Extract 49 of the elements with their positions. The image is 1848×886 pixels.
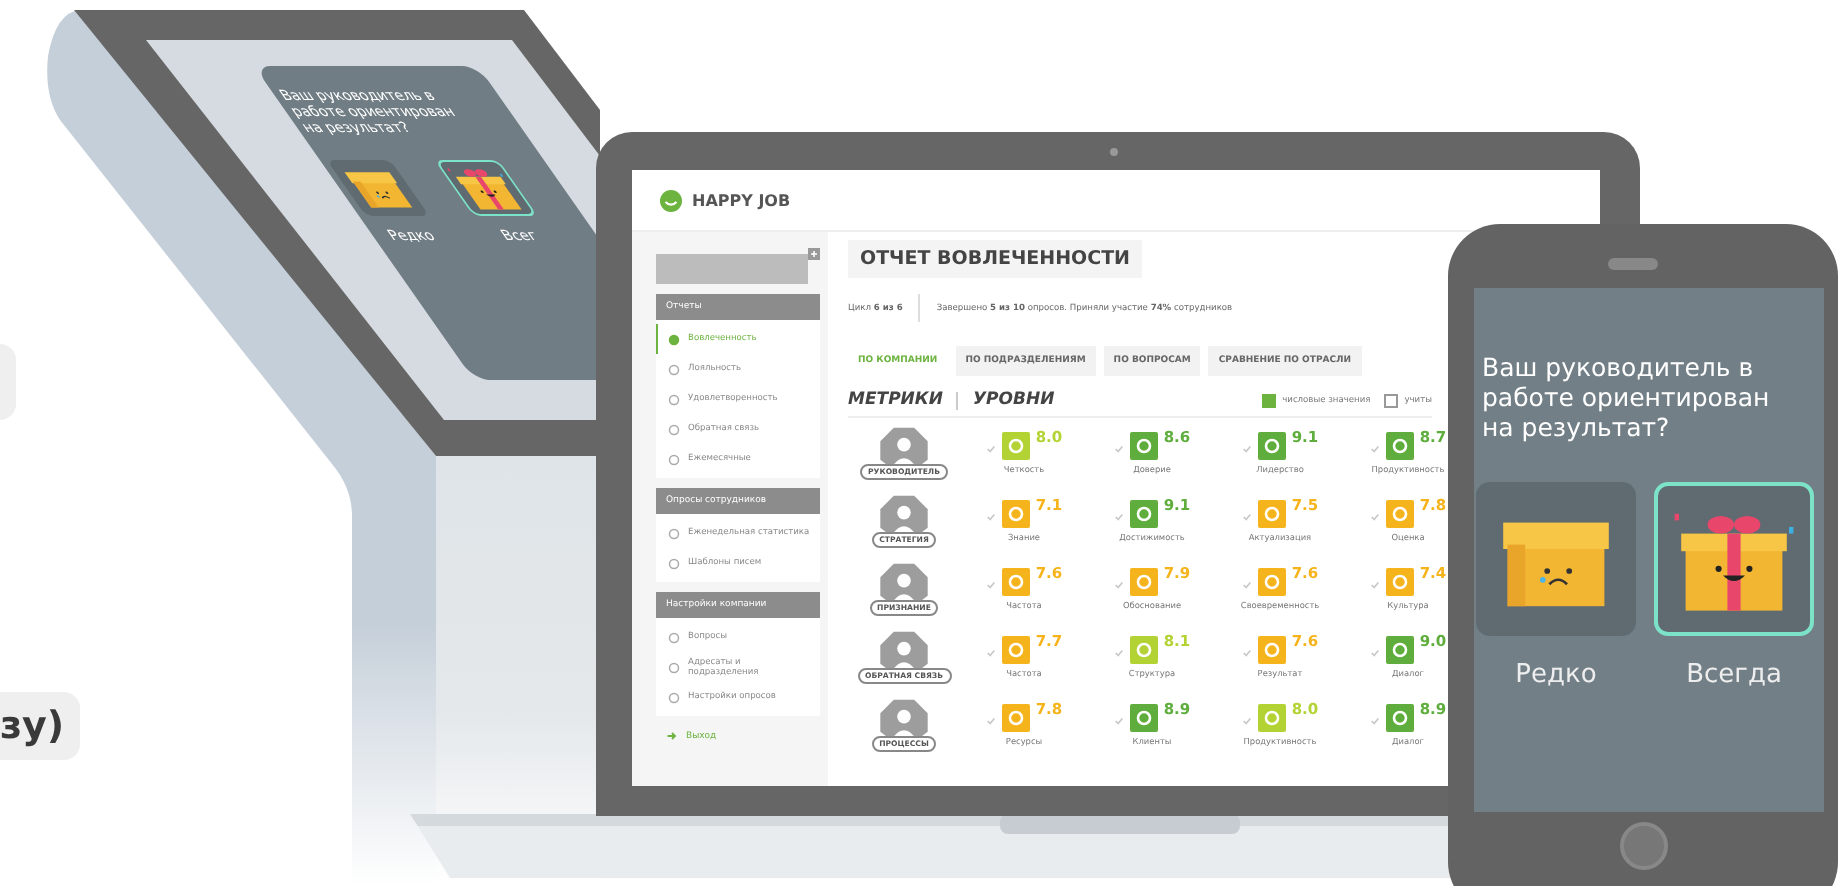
check-icon	[1113, 443, 1124, 453]
check-icon	[1241, 443, 1252, 453]
exit-icon	[666, 730, 678, 742]
view-tab[interactable]: УРОВНИ	[972, 390, 1055, 410]
answer-label: Редко	[1515, 660, 1597, 690]
check-icon	[1113, 579, 1124, 589]
logo-text: HAPPY JOB	[692, 191, 791, 209]
search-field[interactable]	[656, 254, 808, 284]
check-icon	[1113, 647, 1124, 657]
check-icon	[1369, 647, 1380, 657]
view-tab[interactable]: МЕТРИКИ	[848, 390, 943, 410]
check-icon	[1369, 511, 1380, 521]
circle-icon	[668, 363, 680, 375]
speaker-slot	[1608, 258, 1658, 270]
circle-icon	[668, 527, 680, 539]
circle-icon	[668, 691, 680, 703]
check-icon	[1113, 511, 1124, 521]
report-title: ОТЧЕТ ВОВЛЕЧЕННОСТИ	[848, 240, 1142, 278]
check-icon	[985, 511, 996, 521]
check-icon	[985, 647, 996, 657]
answer-card[interactable]	[1654, 482, 1814, 636]
check-icon	[1241, 647, 1252, 657]
survey-question: Ваш руководитель в работе ориентирован на результат?	[1480, 350, 1772, 442]
answer-card[interactable]	[1476, 482, 1636, 636]
page-button[interactable]: зу)	[0, 692, 81, 760]
circle-icon	[668, 661, 680, 673]
home-button[interactable]	[1620, 822, 1668, 870]
circle-icon	[668, 333, 680, 345]
check-icon	[1241, 715, 1252, 725]
check-icon	[1369, 443, 1380, 453]
circle-icon	[668, 557, 680, 569]
check-icon	[1241, 511, 1252, 521]
circle-icon	[668, 453, 680, 465]
circle-icon	[668, 393, 680, 405]
check-icon	[1113, 715, 1124, 725]
circle-icon	[668, 423, 680, 435]
camera-icon	[1110, 148, 1118, 156]
checkbox[interactable]	[1262, 393, 1277, 407]
check-icon	[1241, 579, 1252, 589]
checkbox[interactable]	[1384, 393, 1399, 407]
check-icon	[985, 443, 996, 453]
check-icon	[1369, 715, 1380, 725]
check-icon	[985, 579, 996, 589]
circle-icon	[668, 631, 680, 643]
check-icon	[985, 715, 996, 725]
plus-icon[interactable]	[808, 248, 820, 260]
smiley-icon	[660, 189, 682, 211]
check-icon	[1369, 579, 1380, 589]
answer-label: Всегда	[1686, 660, 1782, 690]
